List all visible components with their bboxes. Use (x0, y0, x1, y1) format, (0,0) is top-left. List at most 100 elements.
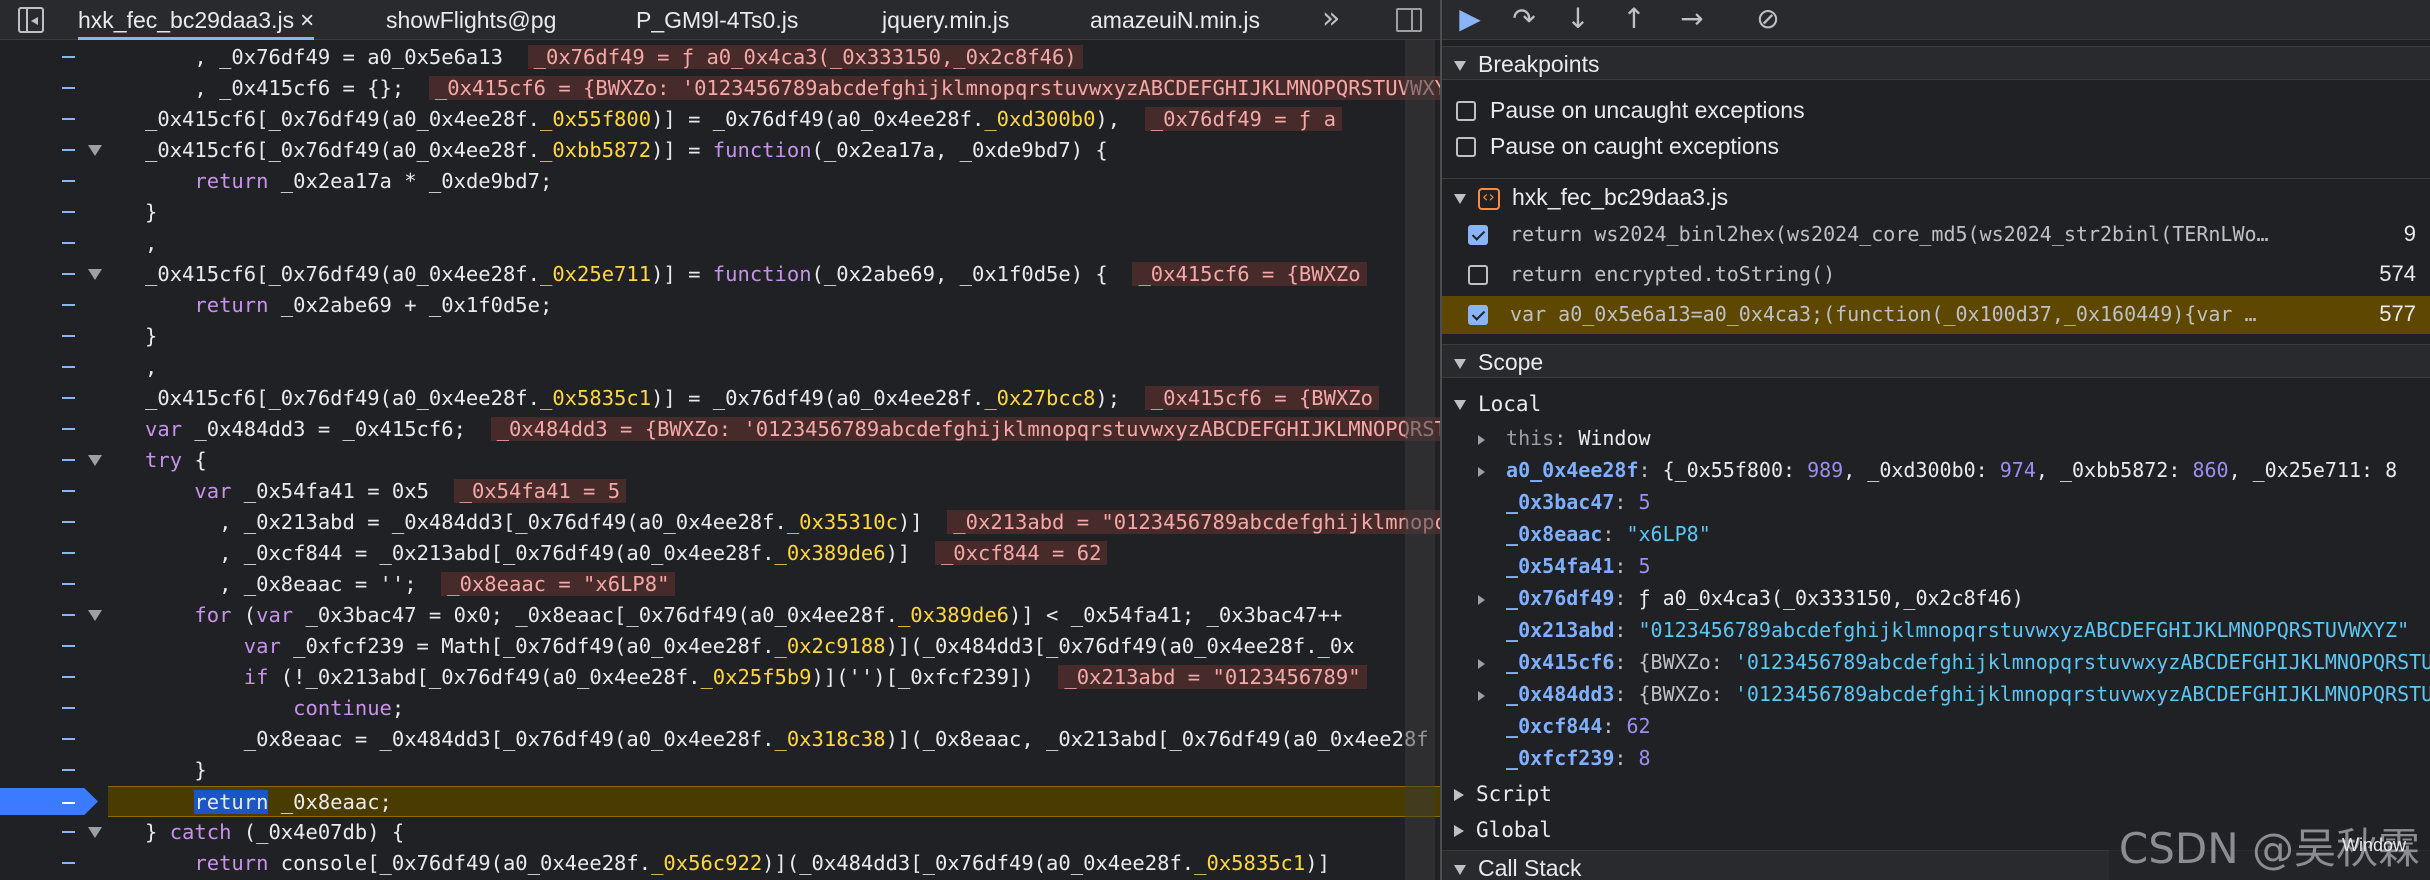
gutter-line[interactable] (0, 755, 108, 786)
step-out-icon[interactable]: ↑ (1614, 0, 1654, 40)
scope-header[interactable]: Scope (1442, 344, 2430, 378)
scope-var-0x8eaac[interactable]: _0x8eaac: "x6LP8" (1442, 518, 2430, 550)
gutter-line[interactable] (0, 321, 108, 352)
breakpoint-item[interactable]: var a0_0x5e6a13=a0_0x4ca3;(function(_0x1… (1442, 296, 2430, 334)
scope-var-0x484dd3[interactable]: _0x484dd3: {BWXZo: '0123456789abcdefghij… (1442, 678, 2430, 710)
gutter-line[interactable] (0, 786, 108, 817)
gutter-line[interactable] (0, 817, 108, 848)
code-line[interactable]: _0x415cf6[_0x76df49(a0_0x4ee28f._0x25e71… (108, 259, 1440, 290)
fold-arrow-icon[interactable] (88, 827, 102, 838)
paused-code-line[interactable]: return _0x8eaac; (108, 786, 1440, 817)
gutter-line[interactable] (0, 414, 108, 445)
pause-uncaught-row[interactable]: Pause on uncaught exceptions (1442, 92, 2430, 128)
fold-arrow-icon[interactable] (88, 269, 102, 280)
code-view[interactable]: , _0x76df49 = a0_0x5e6a13 _0x76df49 = ƒ … (108, 40, 1440, 880)
fold-arrow-icon[interactable] (88, 145, 102, 156)
code-line[interactable]: continue; (108, 693, 1440, 724)
tab-jquery[interactable]: jquery.min.js (882, 0, 1009, 40)
code-line[interactable]: , _0x415cf6 = {}; _0x415cf6 = {BWXZo: '0… (108, 73, 1440, 104)
pause-uncaught-checkbox[interactable] (1456, 101, 1476, 121)
scope-var-0x54fa41[interactable]: _0x54fa41: 5 (1442, 550, 2430, 582)
scope-var-0x3bac47[interactable]: _0x3bac47: 5 (1442, 486, 2430, 518)
editor-scrollbar[interactable] (1405, 40, 1435, 880)
code-line[interactable]: , _0x8eaac = ''; _0x8eaac = "x6LP8" (108, 569, 1440, 600)
code-line[interactable]: if (!_0x213abd[_0x76df49(a0_0x4ee28f._0x… (108, 662, 1440, 693)
expand-icon[interactable] (1478, 646, 1494, 678)
code-line[interactable]: _0x415cf6[_0x76df49(a0_0x4ee28f._0x5835c… (108, 383, 1440, 414)
deactivate-breakpoints-icon[interactable]: ⊘ (1748, 0, 1788, 40)
gutter-line[interactable] (0, 197, 108, 228)
scope-var-0x213abd[interactable]: _0x213abd: "0123456789abcdefghijklmnopqr… (1442, 614, 2430, 646)
gutter-line[interactable] (0, 290, 108, 321)
gutter-line[interactable] (0, 600, 108, 631)
code-line[interactable]: , _0x213abd = _0x484dd3[_0x76df49(a0_0x4… (108, 507, 1440, 538)
expand-icon[interactable] (1478, 678, 1494, 710)
scope-var-a00x4ee28f[interactable]: a0_0x4ee28f: {_0x55f800: 989, _0xd300b0:… (1442, 454, 2430, 486)
gutter-line[interactable] (0, 445, 108, 476)
gutter-line[interactable] (0, 569, 108, 600)
fold-arrow-icon[interactable] (88, 610, 102, 621)
breakpoint-item[interactable]: return encrypted.toString() 574 (1442, 256, 2430, 294)
tab-hxk-fec[interactable]: hxk_fec_bc29daa3.js × (78, 0, 315, 40)
scope-var-0xcf844[interactable]: _0xcf844: 62 (1442, 710, 2430, 742)
code-line[interactable]: , _0xcf844 = _0x213abd[_0x76df49(a0_0x4e… (108, 538, 1440, 569)
scope-var-0x76df49[interactable]: _0x76df49: ƒ a0_0x4ca3(_0x333150,_0x2c8f… (1442, 582, 2430, 614)
scope-var-0x415cf6[interactable]: _0x415cf6: {BWXZo: '0123456789abcdefghij… (1442, 646, 2430, 678)
gutter-line[interactable] (0, 104, 108, 135)
code-line[interactable]: , (108, 352, 1440, 383)
code-line[interactable]: } (108, 321, 1440, 352)
breakpoint-marker[interactable] (0, 788, 98, 815)
step-over-icon[interactable]: ↷ (1504, 0, 1544, 40)
navigator-toggle-icon[interactable] (18, 7, 44, 33)
code-line[interactable]: return _0x2abe69 + _0x1f0d5e; (108, 290, 1440, 321)
code-line[interactable]: _0x415cf6[_0x76df49(a0_0x4ee28f._0xbb587… (108, 135, 1440, 166)
code-line[interactable]: var _0x54fa41 = 0x5 _0x54fa41 = 5 (108, 476, 1440, 507)
local-scope-row[interactable]: Local (1442, 386, 2430, 422)
gutter-line[interactable] (0, 228, 108, 259)
gutter-line[interactable] (0, 693, 108, 724)
breakpoint-file-row[interactable]: hxk_fec_bc29daa3.js (1442, 178, 2430, 215)
gutter-line[interactable] (0, 42, 108, 73)
resume-icon[interactable]: ▶ (1450, 0, 1490, 40)
expand-icon[interactable] (1478, 582, 1494, 614)
gutter-line[interactable] (0, 631, 108, 662)
scope-var-this[interactable]: this: Window (1442, 422, 2430, 454)
line-gutter[interactable] (0, 40, 108, 880)
more-tabs-icon[interactable]: » (1322, 0, 1340, 40)
code-line[interactable]: } (108, 755, 1440, 786)
gutter-line[interactable] (0, 135, 108, 166)
code-line[interactable]: , (108, 228, 1440, 259)
code-line[interactable]: return console[_0x76df49(a0_0x4ee28f._0x… (108, 848, 1440, 879)
breakpoint-checkbox[interactable] (1468, 305, 1488, 325)
breakpoints-header[interactable]: Breakpoints (1442, 46, 2430, 80)
expand-icon[interactable] (1478, 454, 1494, 486)
toggle-debugger-icon[interactable] (1396, 8, 1422, 32)
fold-arrow-icon[interactable] (88, 455, 102, 466)
tab-close-icon[interactable]: × (300, 7, 314, 34)
code-line[interactable]: var _0xfcf239 = Math[_0x76df49(a0_0x4ee2… (108, 631, 1440, 662)
code-line[interactable]: _0x8eaac = _0x484dd3[_0x76df49(a0_0x4ee2… (108, 724, 1440, 755)
breakpoint-checkbox[interactable] (1468, 225, 1488, 245)
tab-amazeui[interactable]: amazeuiN.min.js (1090, 0, 1260, 40)
code-line[interactable]: return _0x2ea17a * _0xde9bd7; (108, 166, 1440, 197)
code-line[interactable]: for (var _0x3bac47 = 0x0; _0x8eaac[_0x76… (108, 600, 1440, 631)
code-line[interactable]: _0x415cf6[_0x76df49(a0_0x4ee28f._0x55f80… (108, 104, 1440, 135)
breakpoint-checkbox[interactable] (1468, 265, 1488, 285)
gutter-line[interactable] (0, 259, 108, 290)
pause-caught-row[interactable]: Pause on caught exceptions (1442, 128, 2430, 164)
tab-p-gm9l[interactable]: P_GM9l-4Ts0.js (636, 0, 798, 40)
gutter-line[interactable] (0, 73, 108, 104)
gutter-line[interactable] (0, 383, 108, 414)
tab-showflights[interactable]: showFlights@pg (386, 0, 556, 40)
gutter-line[interactable] (0, 662, 108, 693)
scope-var-0xfcf239[interactable]: _0xfcf239: 8 (1442, 742, 2430, 774)
code-line[interactable]: } catch (_0x4e07db) { (108, 817, 1440, 848)
code-line[interactable]: var _0x484dd3 = _0x415cf6; _0x484dd3 = {… (108, 414, 1440, 445)
gutter-line[interactable] (0, 352, 108, 383)
pause-caught-checkbox[interactable] (1456, 137, 1476, 157)
gutter-line[interactable] (0, 476, 108, 507)
code-line[interactable]: } (108, 197, 1440, 228)
gutter-line[interactable] (0, 724, 108, 755)
code-line[interactable]: try { (108, 445, 1440, 476)
gutter-line[interactable] (0, 507, 108, 538)
